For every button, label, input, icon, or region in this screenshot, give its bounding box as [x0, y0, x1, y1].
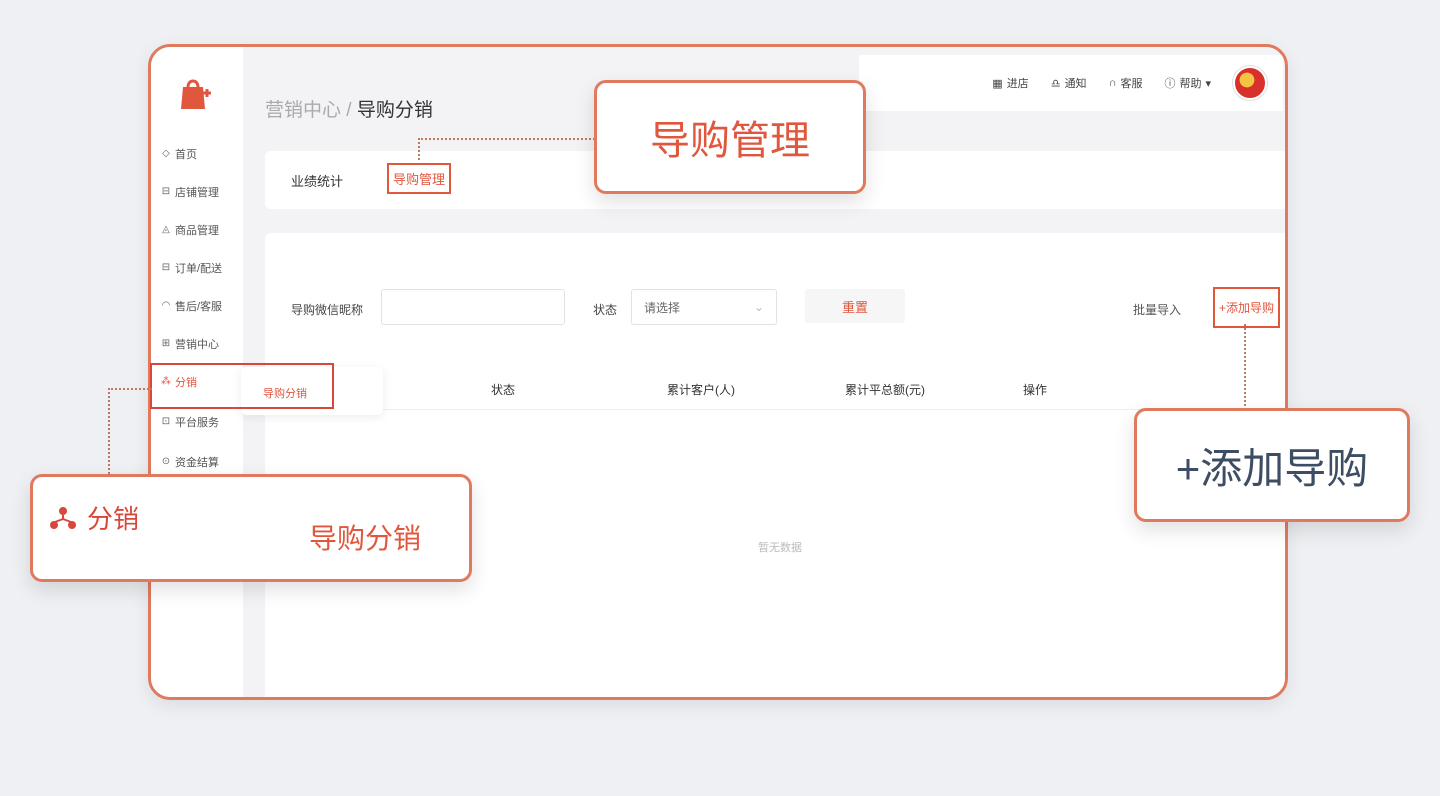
- status-label: 状态: [593, 303, 618, 317]
- home-icon: ◇: [162, 148, 170, 159]
- callout-distribution-title: 分销: [49, 499, 139, 536]
- avatar[interactable]: [1233, 66, 1267, 100]
- sidebar-item-label: 首页: [175, 149, 197, 161]
- qrcode-icon: ▦: [992, 77, 1003, 90]
- bell-icon: ♎: [1050, 77, 1061, 90]
- sidebar-item-orders[interactable]: ⊟ 订单/配送: [161, 257, 245, 279]
- add-guide-button[interactable]: +添加导购: [1213, 287, 1281, 328]
- breadcrumb-current: 导购分销: [356, 100, 433, 121]
- table-header-status: 状态: [491, 383, 516, 397]
- service-icon: ◠: [161, 300, 171, 311]
- distribution-icon: [50, 506, 76, 529]
- headset-icon: ∩: [1108, 77, 1117, 89]
- callout-distribution-label: 分销: [87, 504, 140, 534]
- connector-add-guide: [1244, 324, 1246, 410]
- help-icon: ⓘ: [1164, 78, 1176, 90]
- breadcrumb-separator: /: [341, 100, 357, 121]
- bag-icon: ◬: [162, 224, 170, 235]
- notification-button[interactable]: ♎ 通知: [1051, 75, 1087, 91]
- callout-guide-management: 导购管理: [594, 80, 866, 194]
- store-entry-label: 进店: [1006, 78, 1029, 90]
- sidebar-item-marketing[interactable]: ⊞ 营销中心: [161, 333, 245, 355]
- sidebar-item-home[interactable]: ◇ 首页: [161, 143, 245, 165]
- sidebar-item-label: 平台服务: [175, 417, 219, 429]
- guide-nickname-label: 导购微信昵称: [291, 303, 364, 317]
- platform-icon: ⊡: [161, 416, 171, 427]
- sidebar-item-label: 资金结算: [175, 457, 219, 469]
- sidebar-item-aftersale[interactable]: ◠ 售后/客服: [161, 295, 245, 317]
- help-label: 帮助: [1179, 78, 1202, 90]
- caret-down-icon: ▾: [1205, 77, 1211, 90]
- table-header-actions: 操作: [1023, 383, 1048, 397]
- notification-label: 通知: [1064, 78, 1087, 90]
- guide-nickname-input[interactable]: [381, 289, 565, 325]
- help-dropdown[interactable]: ⓘ 帮助 ▾: [1164, 75, 1211, 91]
- sidebar-item-label: 售后/客服: [175, 301, 223, 313]
- shop-bag-logo-icon: [181, 79, 211, 109]
- table-header-divider: [285, 409, 1275, 410]
- customer-service-button[interactable]: ∩ 客服: [1109, 75, 1143, 91]
- status-select-placeholder: 请选择: [644, 300, 681, 315]
- store-icon: ⊟: [161, 186, 171, 197]
- tab-guide-management[interactable]: 导购管理: [387, 163, 452, 194]
- connector-guide-manage: [418, 138, 598, 160]
- store-entry-button[interactable]: ▦ 进店: [992, 75, 1028, 91]
- status-select[interactable]: 请选择 ⌄: [631, 289, 777, 325]
- distribution-highlight-box: [150, 363, 334, 409]
- top-toolbar: ▦ 进店 ♎ 通知 ∩ 客服 ⓘ 帮助 ▾: [859, 55, 1283, 111]
- reset-button[interactable]: 重置: [805, 289, 905, 323]
- sidebar-item-label: 营销中心: [175, 339, 219, 351]
- chevron-down-icon: ⌄: [753, 300, 764, 314]
- callout-distribution: 分销 导购分销: [30, 474, 472, 582]
- table-header-total: 累计平总额(元): [845, 383, 925, 397]
- table-header-customers: 累计客户(人): [667, 383, 735, 397]
- breadcrumb-parent[interactable]: 营销中心: [265, 100, 341, 121]
- sidebar-item-label: 订单/配送: [175, 263, 223, 275]
- connector-distribution: [108, 388, 152, 478]
- sidebar-item-store[interactable]: ⊟ 店铺管理: [161, 181, 245, 203]
- sidebar-item-label: 店铺管理: [175, 187, 219, 199]
- tab-performance[interactable]: 业绩统计: [291, 171, 343, 190]
- sidebar-item-settlement[interactable]: ⊙ 资金结算: [161, 451, 245, 473]
- sidebar-item-goods[interactable]: ◬ 商品管理: [161, 219, 245, 241]
- marketing-icon: ⊞: [161, 338, 171, 349]
- batch-import-link[interactable]: 批量导入: [1133, 301, 1181, 318]
- money-icon: ⊙: [161, 456, 171, 467]
- sidebar-item-label: 商品管理: [175, 225, 219, 237]
- sidebar-item-platform[interactable]: ⊡ 平台服务: [161, 411, 245, 433]
- callout-add-guide: +添加导购: [1134, 408, 1410, 522]
- breadcrumb: 营销中心 / 导购分销: [265, 95, 433, 122]
- callout-guide-distribution-label: 导购分销: [309, 523, 422, 554]
- customer-service-label: 客服: [1120, 78, 1143, 90]
- order-icon: ⊟: [161, 262, 171, 273]
